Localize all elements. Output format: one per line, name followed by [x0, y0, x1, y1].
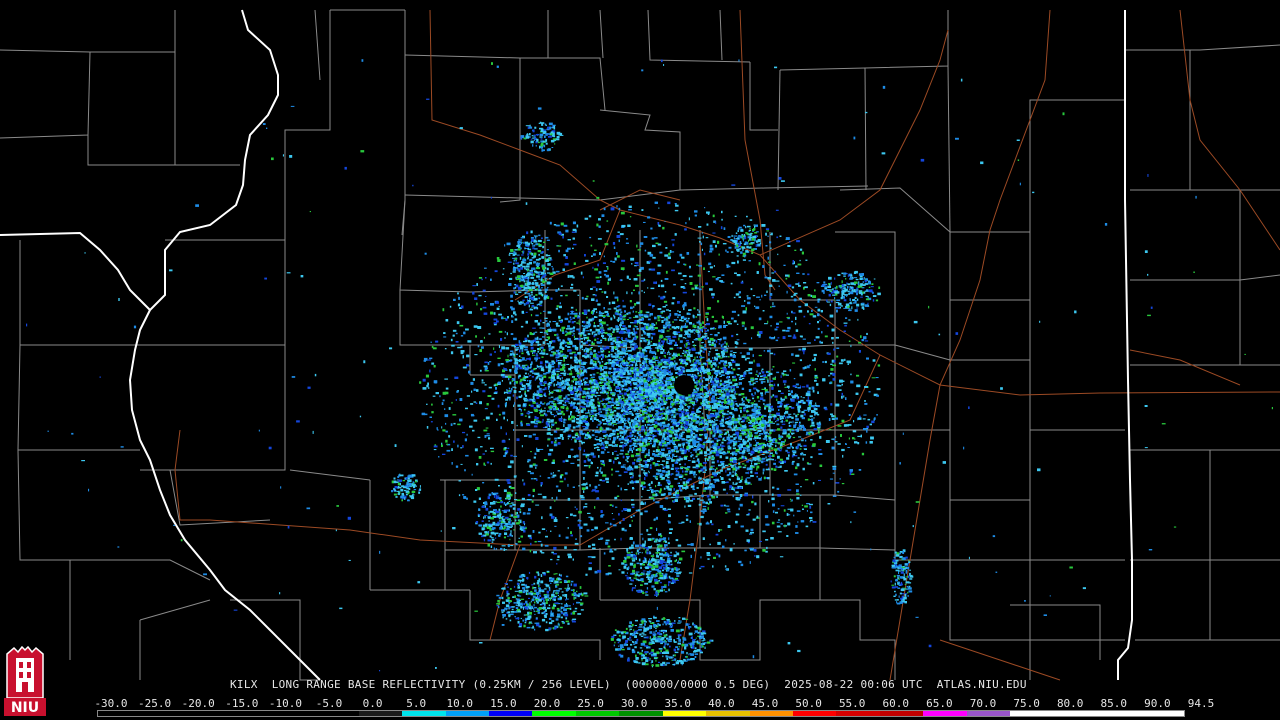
scale-label: -5.0 — [315, 697, 343, 710]
product-description: LONG RANGE BASE REFLECTIVITY (0.25KM / 2… — [271, 678, 611, 691]
scale-label: 55.0 — [838, 697, 866, 710]
scale-color-cell — [184, 711, 229, 716]
scale-label: 60.0 — [882, 697, 910, 710]
scale-color-cell — [1097, 711, 1141, 716]
niu-logo-text: NIU — [11, 700, 39, 716]
scale-color-cell — [271, 711, 316, 716]
scale-label: 80.0 — [1056, 697, 1084, 710]
scale-label: -10.0 — [268, 697, 302, 710]
scale-color-cell — [706, 711, 750, 716]
scale-color-cell — [532, 711, 576, 716]
station-id: KILX — [230, 678, 258, 691]
scale-label: 20.0 — [533, 697, 561, 710]
scale-label: 15.0 — [490, 697, 517, 710]
scale-color-cell — [445, 711, 489, 716]
niu-logo: NIU — [4, 646, 46, 716]
scale-label: 35.0 — [664, 697, 692, 710]
scale-label: 5.0 — [406, 697, 427, 710]
scale-color-cell — [315, 711, 359, 716]
scale-label: -25.0 — [138, 697, 172, 710]
scale-color-cell — [793, 711, 837, 716]
scale-label: 40.0 — [708, 697, 735, 710]
scale-color-cell — [966, 711, 1011, 716]
radar-map — [0, 9, 1280, 681]
scale-color-cell — [358, 711, 403, 716]
scale-label: 50.0 — [795, 697, 822, 710]
scale-label: 10.0 — [446, 697, 474, 710]
volume-info: (000000/0000 0.5 DEG) — [624, 678, 771, 691]
scale-label: -30.0 — [94, 697, 128, 710]
scale-label: 65.0 — [926, 697, 953, 710]
scale-label: 30.0 — [620, 697, 648, 710]
scale-label: 70.0 — [969, 697, 997, 710]
scale-color-cell — [98, 711, 142, 716]
datetime: 2025-08-22 00:06 UTC — [784, 678, 923, 691]
scale-color-cell — [1053, 711, 1098, 716]
scale-label: -20.0 — [181, 697, 215, 710]
radar-site — [674, 375, 694, 395]
scale-color-cell — [575, 711, 620, 716]
scale-color-cell — [662, 711, 707, 716]
scale-color-cell — [749, 711, 793, 716]
scale-color-cell — [402, 711, 446, 716]
color-scale-bar — [97, 710, 1185, 717]
radar-echoes — [26, 59, 1273, 672]
scale-label: 25.0 — [577, 697, 604, 710]
scale-color-cell — [228, 711, 272, 716]
scale-label: -15.0 — [225, 697, 259, 710]
scale-label: 0.0 — [362, 697, 383, 710]
scale-color-cell — [1010, 711, 1054, 716]
scale-label: 90.0 — [1144, 697, 1171, 710]
scale-color-cell — [619, 711, 663, 716]
scale-label: 85.0 — [1100, 697, 1128, 710]
scale-color-cell — [488, 711, 533, 716]
source-url: ATLAS.NIU.EDU — [936, 678, 1027, 691]
scale-color-cell — [836, 711, 880, 716]
product-caption: KILX LONG RANGE BASE REFLECTIVITY (0.25KM… — [230, 678, 1041, 691]
scale-color-cell — [923, 711, 967, 716]
scale-color-cell — [1140, 711, 1184, 716]
scale-label: 94.5 — [1187, 697, 1215, 710]
scale-label: 45.0 — [751, 697, 779, 710]
scale-color-cell — [879, 711, 924, 716]
scale-color-cell — [141, 711, 185, 716]
scale-label: 75.0 — [1013, 697, 1040, 710]
color-scale-labels: -30.0 -25.0 -20.0 -15.0 -10.0 -5.0 0.0 5.0 10.0 1… — [94, 697, 1214, 710]
